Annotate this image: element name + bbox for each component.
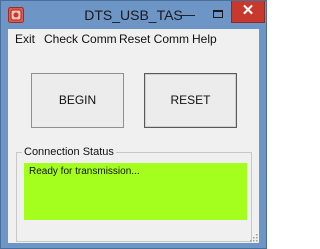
status-display: Ready for transmission...: [24, 163, 247, 220]
client-area: Exit Check Comm Reset Comm Help BEGIN RE…: [8, 29, 259, 243]
maximize-icon[interactable]: [205, 5, 231, 25]
title-bar[interactable]: DTS_USB_TAS — ✕: [1, 1, 266, 29]
reset-button[interactable]: RESET: [144, 73, 237, 128]
menu-reset-comm[interactable]: Reset Comm: [119, 32, 189, 46]
connection-status-label: Connection Status: [22, 146, 116, 158]
close-icon[interactable]: ✕: [231, 1, 265, 23]
app-window: DTS_USB_TAS — ✕ Exit Check Comm Reset Co…: [0, 0, 267, 249]
minimize-icon[interactable]: —: [175, 5, 201, 25]
menu-help[interactable]: Help: [192, 32, 217, 46]
begin-button[interactable]: BEGIN: [31, 73, 124, 128]
menu-exit[interactable]: Exit: [15, 32, 35, 46]
resize-grip-icon[interactable]: [249, 233, 258, 242]
menu-check-comm[interactable]: Check Comm: [44, 32, 117, 46]
status-text: Ready for transmission...: [29, 166, 140, 177]
menu-bar: Exit Check Comm Reset Comm Help: [8, 29, 259, 49]
